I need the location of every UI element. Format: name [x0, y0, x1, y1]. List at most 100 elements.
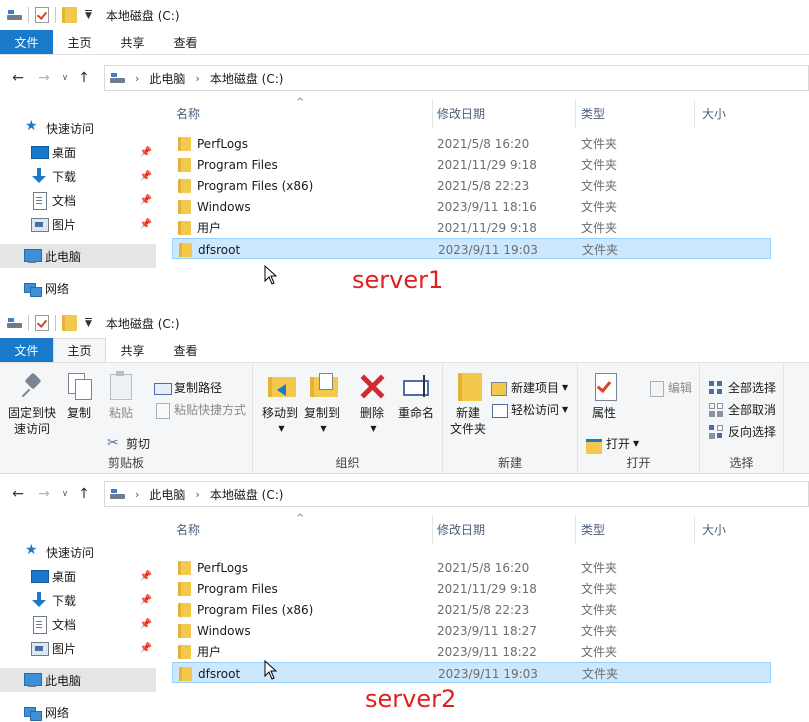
- up-button[interactable]: ↑: [74, 486, 94, 502]
- up-button[interactable]: ↑: [74, 70, 94, 86]
- sidebar-item-pictures[interactable]: 图片 📌: [0, 636, 156, 660]
- copy-to-button[interactable]: 复制到 ▼: [301, 371, 343, 437]
- properties-button[interactable]: 属性: [586, 371, 622, 421]
- new-folder-icon[interactable]: [62, 7, 77, 23]
- breadcrumb-this-pc[interactable]: 此电脑: [149, 70, 185, 87]
- column-size[interactable]: 大小: [686, 100, 786, 127]
- recent-locations-button[interactable]: ∨: [58, 489, 72, 499]
- desktop-icon: [31, 568, 49, 584]
- file-date: 2023/9/11 18:22: [437, 644, 537, 659]
- sidebar-this-pc[interactable]: 此电脑: [0, 244, 156, 268]
- column-date[interactable]: 修改日期: [421, 100, 565, 127]
- new-folder-button[interactable]: 新建 文件夹: [447, 371, 489, 437]
- column-type[interactable]: 类型: [565, 100, 685, 127]
- sidebar-item-documents[interactable]: 文档 📌: [0, 188, 156, 212]
- file-row[interactable]: 用户 2021/11/29 9:18 文件夹: [172, 217, 771, 238]
- file-date: 2021/5/8 22:23: [437, 602, 530, 617]
- breadcrumb-local-disk[interactable]: 本地磁盘 (C:): [210, 486, 284, 503]
- sidebar-item-desktop[interactable]: 桌面 📌: [0, 564, 156, 588]
- file-row[interactable]: 用户 2023/9/11 18:22 文件夹: [172, 641, 771, 662]
- file-row[interactable]: dfsroot 2023/9/11 19:03 文件夹: [172, 238, 771, 259]
- file-row[interactable]: dfsroot 2023/9/11 19:03 文件夹: [172, 662, 771, 683]
- tab-home[interactable]: 主页: [53, 30, 106, 54]
- file-row[interactable]: Program Files 2021/11/29 9:18 文件夹: [172, 578, 771, 599]
- sidebar-quick-access[interactable]: 快速访问: [0, 540, 156, 564]
- tab-view[interactable]: 查看: [159, 30, 212, 54]
- recent-locations-button[interactable]: ∨: [58, 73, 72, 83]
- properties-icon[interactable]: [35, 315, 49, 331]
- sidebar-item-label: 下载: [52, 593, 77, 608]
- sidebar-item-downloads[interactable]: 下载 📌: [0, 588, 156, 612]
- file-name: Program Files: [197, 157, 278, 172]
- copy-button[interactable]: 复制: [62, 371, 96, 421]
- sidebar-item-documents[interactable]: 文档 📌: [0, 612, 156, 636]
- pin-to-quick-access-button[interactable]: 固定到快速访问: [6, 371, 58, 437]
- address-bar[interactable]: › 此电脑 › 本地磁盘 (C:): [104, 481, 809, 507]
- copy-path-button[interactable]: 复制路径: [154, 379, 222, 396]
- invert-selection-button[interactable]: 反向选择: [708, 423, 776, 440]
- back-button[interactable]: ←: [8, 70, 28, 86]
- sidebar-item-label: 图片: [52, 641, 77, 656]
- button-label: 复制路径: [174, 381, 223, 395]
- customize-toolbar-icon[interactable]: ▼: [85, 317, 92, 329]
- column-size[interactable]: 大小: [686, 516, 786, 543]
- select-all-button[interactable]: 全部选择: [708, 379, 776, 396]
- address-bar[interactable]: › 此电脑 › 本地磁盘 (C:): [104, 65, 809, 91]
- pin-icon: 📌: [139, 194, 152, 206]
- forward-button[interactable]: →: [34, 486, 54, 502]
- new-item-button[interactable]: 新建项目 ▼: [491, 379, 568, 396]
- file-row[interactable]: PerfLogs 2021/5/8 16:20 文件夹: [172, 133, 771, 154]
- rename-button[interactable]: 重命名: [394, 371, 438, 421]
- folder-icon: [178, 199, 191, 214]
- column-name[interactable]: 名称: [160, 516, 432, 543]
- tab-file[interactable]: 文件: [0, 338, 53, 362]
- folder-icon: [178, 602, 191, 617]
- breadcrumb-this-pc[interactable]: 此电脑: [149, 486, 185, 503]
- button-label: 重命名: [397, 406, 434, 420]
- sidebar-network[interactable]: 网络: [0, 700, 156, 722]
- open-button[interactable]: 打开 ▼: [586, 435, 639, 454]
- folder-icon: [178, 178, 191, 193]
- sidebar-this-pc[interactable]: 此电脑: [0, 668, 156, 692]
- file-row[interactable]: PerfLogs 2021/5/8 16:20 文件夹: [172, 557, 771, 578]
- file-row[interactable]: Program Files 2021/11/29 9:18 文件夹: [172, 154, 771, 175]
- tab-file[interactable]: 文件: [0, 30, 53, 54]
- new-folder-icon[interactable]: [62, 315, 77, 331]
- properties-icon[interactable]: [35, 7, 49, 23]
- cut-button[interactable]: 剪切: [106, 435, 150, 452]
- customize-toolbar-icon[interactable]: ▼: [85, 9, 92, 21]
- column-type[interactable]: 类型: [565, 516, 685, 543]
- title-bar: ▼ 本地磁盘 (C:): [0, 0, 809, 30]
- sidebar-item-desktop[interactable]: 桌面 📌: [0, 140, 156, 164]
- file-row[interactable]: Program Files (x86) 2021/5/8 22:23 文件夹: [172, 599, 771, 620]
- easy-access-button[interactable]: 轻松访问 ▼: [491, 401, 568, 418]
- tab-share[interactable]: 共享: [106, 30, 159, 54]
- tab-home[interactable]: 主页: [53, 338, 106, 362]
- paste-shortcut-button[interactable]: 粘贴快捷方式: [154, 401, 246, 419]
- column-date[interactable]: 修改日期: [421, 516, 565, 543]
- breadcrumb-local-disk[interactable]: 本地磁盘 (C:): [210, 70, 284, 87]
- download-icon: [31, 592, 47, 608]
- sidebar-item-downloads[interactable]: 下载 📌: [0, 164, 156, 188]
- file-row[interactable]: Windows 2023/9/11 18:16 文件夹: [172, 196, 771, 217]
- move-to-button[interactable]: 移动到 ▼: [259, 371, 301, 437]
- sidebar-quick-access[interactable]: 快速访问: [0, 116, 156, 140]
- back-button[interactable]: ←: [8, 486, 28, 502]
- forward-button[interactable]: →: [34, 70, 54, 86]
- file-type: 文件夹: [582, 243, 619, 257]
- file-date: 2023/9/11 19:03: [438, 242, 538, 257]
- column-name[interactable]: 名称: [160, 100, 432, 127]
- navigation-bar: ← → ∨ ↑ › 此电脑 › 本地磁盘 (C:): [0, 56, 809, 100]
- file-name: Program Files (x86): [197, 602, 314, 617]
- file-row[interactable]: Windows 2023/9/11 18:27 文件夹: [172, 620, 771, 641]
- tab-share[interactable]: 共享: [106, 338, 159, 362]
- file-type: 文件夹: [581, 179, 618, 193]
- edit-button[interactable]: 编辑: [648, 379, 692, 397]
- file-row[interactable]: Program Files (x86) 2021/5/8 22:23 文件夹: [172, 175, 771, 196]
- sidebar-item-pictures[interactable]: 图片 📌: [0, 212, 156, 236]
- sidebar-network[interactable]: 网络: [0, 276, 156, 300]
- select-none-button[interactable]: 全部取消: [708, 401, 776, 418]
- tab-view[interactable]: 查看: [159, 338, 212, 362]
- paste-button[interactable]: 粘贴: [104, 371, 138, 421]
- delete-button[interactable]: 删除 ▼: [355, 371, 389, 437]
